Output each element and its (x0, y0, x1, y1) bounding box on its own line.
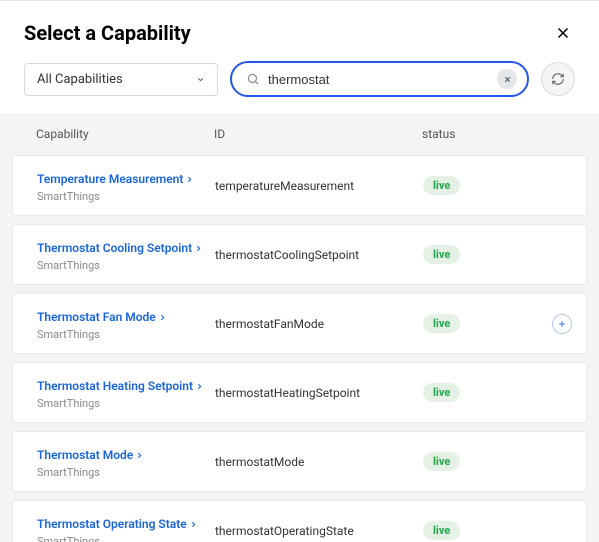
plus-icon (557, 319, 567, 329)
col-header-capability: Capability (36, 127, 214, 141)
row-capability-cell: Thermostat Fan Mode SmartThings (37, 306, 215, 341)
close-icon (554, 24, 572, 42)
modal-title: Select a Capability (24, 21, 191, 45)
capability-link[interactable]: Thermostat Mode (37, 448, 144, 462)
row-status-cell: live (423, 176, 460, 195)
row-id-cell: temperatureMeasurement (215, 179, 423, 193)
controls-row: All Capabilities (0, 61, 599, 113)
row-capability-cell: Thermostat Cooling Setpoint SmartThings (37, 237, 215, 272)
row-id-cell: thermostatOperatingState (215, 524, 423, 538)
search-icon (246, 72, 260, 86)
row-status-cell: live (423, 452, 460, 471)
capability-owner: SmartThings (37, 535, 215, 542)
status-badge: live (423, 245, 460, 264)
capability-link[interactable]: Thermostat Cooling Setpoint (37, 241, 203, 255)
close-button[interactable] (551, 21, 575, 45)
chevron-down-icon (196, 75, 205, 84)
chevron-right-icon (135, 451, 144, 460)
select-capability-modal: Select a Capability All Capabilities (0, 0, 599, 542)
table-row: Thermostat Operating State SmartThingsthe… (12, 500, 587, 542)
x-icon (503, 75, 512, 84)
capability-link[interactable]: Thermostat Heating Setpoint (37, 379, 204, 393)
refresh-icon (551, 72, 565, 86)
capability-link[interactable]: Temperature Measurement (37, 172, 194, 186)
row-capability-cell: Thermostat Mode SmartThings (37, 444, 215, 479)
capability-link[interactable]: Thermostat Operating State (37, 517, 198, 531)
row-id-cell: thermostatMode (215, 455, 423, 469)
chevron-right-icon (189, 520, 198, 529)
refresh-button[interactable] (541, 62, 575, 96)
row-status-cell: live (423, 314, 460, 333)
table-row: Thermostat Fan Mode SmartThingsthermostat… (12, 293, 587, 354)
capability-link[interactable]: Thermostat Fan Mode (37, 310, 167, 324)
table-row: Thermostat Mode SmartThingsthermostatMode… (12, 431, 587, 492)
search-input[interactable] (268, 72, 497, 87)
row-capability-cell: Temperature Measurement SmartThings (37, 168, 215, 203)
status-badge: live (423, 452, 460, 471)
row-status-cell: live (423, 383, 460, 402)
capability-name: Temperature Measurement (37, 172, 183, 186)
rows-container: Temperature MeasurementSmartThingstemper… (0, 155, 599, 542)
capability-filter-dropdown[interactable]: All Capabilities (24, 63, 218, 96)
capability-name: Thermostat Heating Setpoint (37, 379, 193, 393)
capability-owner: SmartThings (37, 328, 215, 341)
col-header-id: ID (214, 127, 422, 141)
row-id-cell: thermostatCoolingSetpoint (215, 248, 423, 262)
search-field[interactable] (230, 61, 529, 97)
results-area: Capability ID status Temperature Measure… (0, 113, 599, 542)
row-status-cell: live (423, 521, 460, 540)
add-capability-button[interactable] (552, 314, 572, 334)
table-header: Capability ID status (0, 113, 599, 155)
capability-owner: SmartThings (37, 466, 215, 479)
table-row: Thermostat Cooling Setpoint SmartThingsth… (12, 224, 587, 285)
capability-name: Thermostat Operating State (37, 517, 187, 531)
col-header-status: status (422, 127, 575, 141)
table-row: Temperature Measurement SmartThingstemper… (12, 155, 587, 216)
dropdown-label: All Capabilities (37, 72, 123, 87)
row-capability-cell: Thermostat Operating State SmartThings (37, 513, 215, 542)
status-badge: live (423, 383, 460, 402)
capability-name: Thermostat Cooling Setpoint (37, 241, 192, 255)
status-badge: live (423, 176, 460, 195)
capability-name: Thermostat Fan Mode (37, 310, 156, 324)
status-badge: live (423, 314, 460, 333)
table-row: Thermostat Heating Setpoint SmartThingsth… (12, 362, 587, 423)
row-capability-cell: Thermostat Heating Setpoint SmartThings (37, 375, 215, 410)
capability-owner: SmartThings (37, 190, 215, 203)
chevron-right-icon (158, 313, 167, 322)
chevron-right-icon (185, 175, 194, 184)
row-status-cell: live (423, 245, 460, 264)
capability-owner: SmartThings (37, 397, 215, 410)
capability-name: Thermostat Mode (37, 448, 133, 462)
status-badge: live (423, 521, 460, 540)
clear-search-button[interactable] (497, 69, 517, 89)
row-id-cell: thermostatHeatingSetpoint (215, 386, 423, 400)
chevron-right-icon (195, 382, 204, 391)
row-id-cell: thermostatFanMode (215, 317, 423, 331)
modal-header: Select a Capability (0, 1, 599, 61)
capability-owner: SmartThings (37, 259, 215, 272)
chevron-right-icon (194, 244, 203, 253)
